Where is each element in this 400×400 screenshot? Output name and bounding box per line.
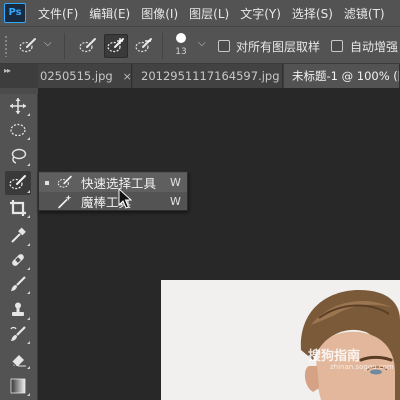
tab-label: 0250515.jpg <box>40 69 113 83</box>
flyout-item-shortcut: W <box>170 195 181 208</box>
collapse-panels-icon[interactable]: ▸▸ <box>4 66 11 75</box>
crop-tool[interactable] <box>5 196 31 220</box>
mouse-pointer-icon <box>118 188 132 209</box>
tools-panel <box>0 88 38 400</box>
menu-type[interactable]: 文字(Y) <box>240 5 281 22</box>
options-separator <box>162 33 163 59</box>
quick-selection-icon <box>57 175 72 188</box>
history-brush-tool[interactable] <box>5 322 31 346</box>
menu-select[interactable]: 选择(S) <box>292 5 333 22</box>
move-icon <box>10 98 26 114</box>
options-separator <box>64 33 65 59</box>
crop-icon <box>10 200 26 216</box>
close-icon[interactable]: × <box>123 70 131 83</box>
stamp-icon <box>12 302 24 316</box>
tab-document-2[interactable]: 2012951117164597.jpg × <box>133 64 283 88</box>
brush-dropdown-icon[interactable]: ⌵ <box>198 38 206 49</box>
eyedropper-icon <box>11 227 26 243</box>
clone-stamp-tool[interactable] <box>5 298 31 322</box>
brush-icon <box>11 276 26 291</box>
healing-brush-tool[interactable] <box>5 248 31 272</box>
tool-preset-dropdown-icon[interactable]: ⌵ <box>44 38 52 49</box>
selection-tools-flyout: 快速选择工具 W 魔棒工具 W <box>38 171 188 211</box>
eyedropper-tool[interactable] <box>5 224 31 248</box>
brush-tool[interactable] <box>5 272 31 296</box>
menu-file[interactable]: 文件(F) <box>38 5 78 22</box>
sample-all-layers-label: 对所有图层取样 <box>236 40 321 54</box>
tool-preset-quick-select-icon[interactable] <box>16 34 40 58</box>
magic-wand-icon <box>58 194 72 209</box>
flyout-item-magic-wand[interactable]: 魔棒工具 W <box>39 192 187 211</box>
tab-document-active[interactable]: 未标题-1 @ 100% (图 <box>284 64 400 88</box>
tab-label: 未标题-1 @ 100% (图 <box>292 69 400 83</box>
marquee-tool[interactable] <box>5 118 31 142</box>
watermark-url: zhinan.sogou.com <box>330 363 394 371</box>
bandage-icon <box>12 254 24 266</box>
move-tool[interactable] <box>5 94 31 118</box>
subtract-from-selection-icon[interactable] <box>132 34 156 58</box>
watermark-text: 搜狗指南 <box>308 349 361 364</box>
menu-layer[interactable]: 图层(L) <box>189 5 229 22</box>
add-to-selection-icon[interactable] <box>104 34 128 58</box>
new-selection-icon[interactable] <box>76 34 100 58</box>
flyout-item-shortcut: W <box>170 176 181 189</box>
elliptical-marquee-icon <box>10 123 26 137</box>
selected-bullet-icon <box>45 181 49 185</box>
lasso-tool[interactable] <box>5 144 31 168</box>
quick-selection-icon <box>9 175 26 190</box>
brush-preview-icon[interactable] <box>176 33 186 43</box>
auto-enhance-label: 自动增强 <box>350 40 399 54</box>
eraser-icon <box>11 355 26 367</box>
gradient-tool[interactable] <box>5 374 31 398</box>
lasso-icon <box>11 148 27 164</box>
menu-edit[interactable]: 编辑(E) <box>89 5 130 22</box>
tab-label: 2012951117164597.jpg <box>141 69 280 83</box>
history-brush-icon <box>10 326 26 341</box>
options-bar-grip[interactable] <box>4 35 8 57</box>
menu-filter[interactable]: 滤镜(T) <box>344 5 385 22</box>
document-tab-bar: ▸▸ 0250515.jpg × 2012951117164597.jpg × … <box>0 64 400 88</box>
quick-selection-tool[interactable] <box>5 171 31 195</box>
tab-document-1[interactable]: 0250515.jpg × <box>38 64 132 88</box>
flyout-item-quick-selection[interactable]: 快速选择工具 W <box>39 173 187 192</box>
eraser-tool[interactable] <box>5 347 31 371</box>
menu-image[interactable]: 图像(I) <box>141 5 178 22</box>
photoshop-logo: Ps <box>4 3 26 23</box>
brush-size-value: 13 <box>175 47 187 57</box>
menu-bar: Ps 文件(F) 编辑(E) 图像(I) 图层(L) 文字(Y) 选择(S) 滤… <box>0 0 400 26</box>
sample-all-layers-checkbox[interactable] <box>218 40 230 52</box>
auto-enhance-checkbox[interactable] <box>331 40 343 52</box>
gradient-icon <box>10 378 26 394</box>
canvas-photo[interactable] <box>161 280 400 400</box>
options-bar: ⌵ 13 ⌵ 对所有图层取样 自动增强 <box>0 26 400 64</box>
